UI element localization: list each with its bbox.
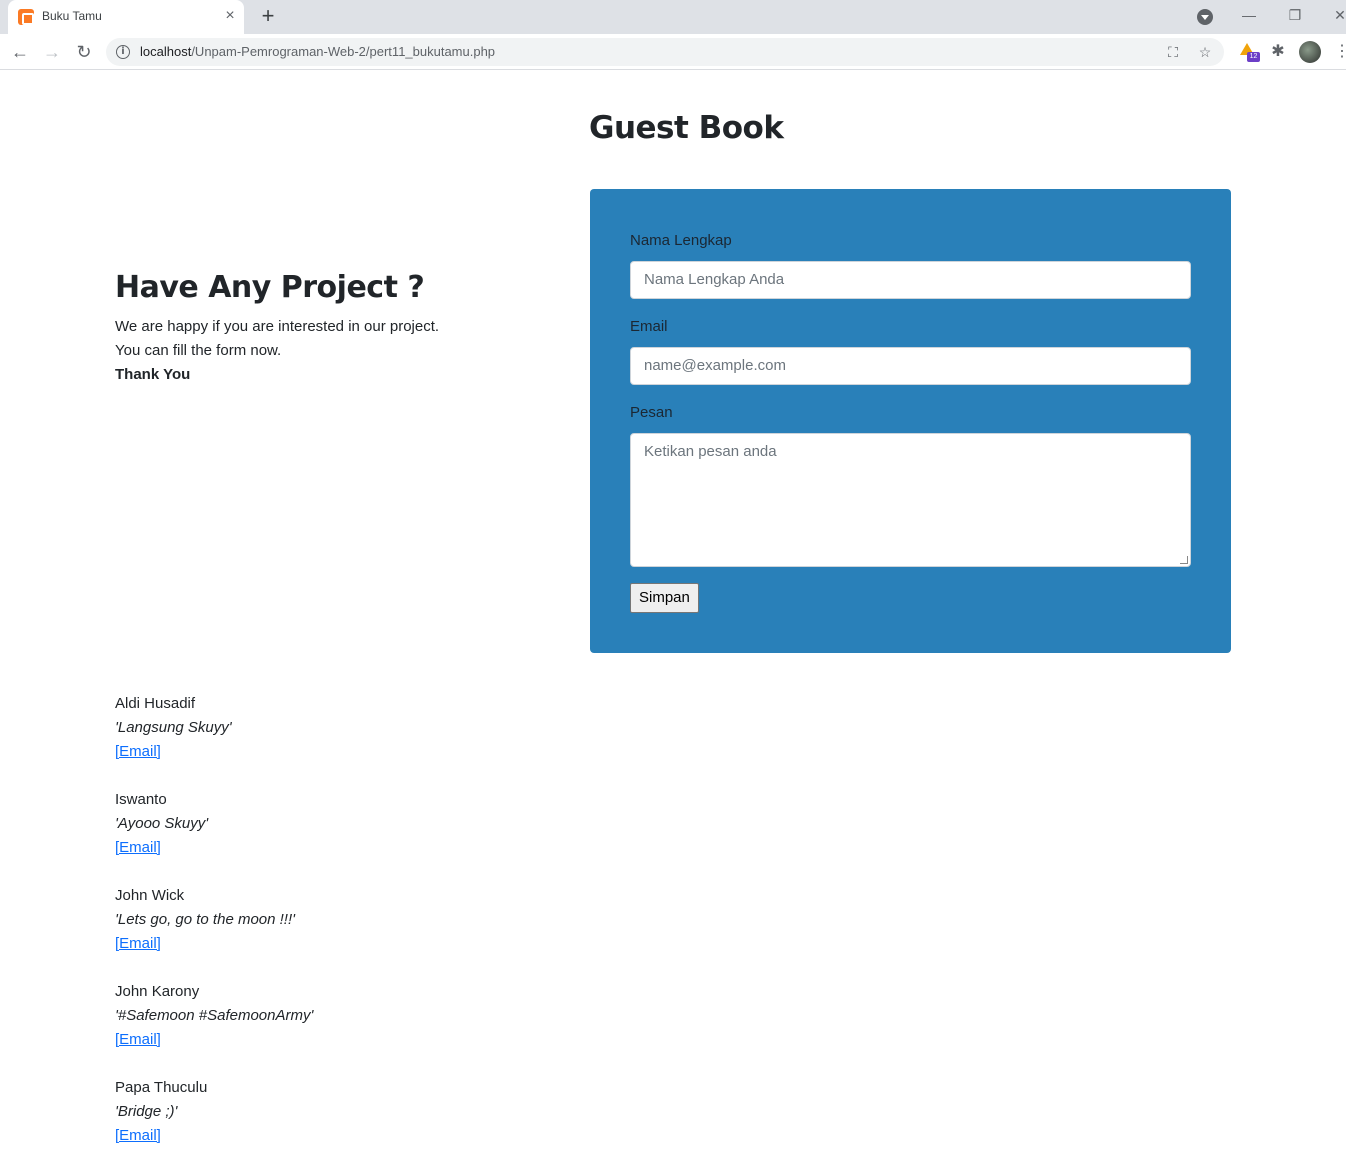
profile-avatar[interactable] bbox=[1299, 41, 1321, 63]
phpmyadmin-extension-icon[interactable]: 12 bbox=[1238, 42, 1260, 62]
tab-close-icon[interactable]: × bbox=[222, 7, 238, 25]
entry-name: John Wick bbox=[115, 887, 185, 904]
entry-message: 'Langsung Skuyy' bbox=[115, 719, 232, 736]
entry-message: 'Lets go, go to the moon !!!' bbox=[115, 911, 296, 928]
browser-tab[interactable]: Buku Tamu × bbox=[8, 0, 244, 34]
intro-thanks: Thank You bbox=[115, 366, 191, 383]
intro-section: Have Any Project ? We are happy if you a… bbox=[115, 270, 555, 387]
name-label: Nama Lengkap bbox=[630, 232, 732, 249]
page-title: Guest Book bbox=[589, 110, 784, 146]
window-close-icon[interactable]: ✕ bbox=[1328, 4, 1346, 26]
guestbook-entries: Aldi Husadif 'Langsung Skuyy' [Email] Is… bbox=[115, 692, 575, 1172]
name-placeholder: Nama Lengkap Anda bbox=[644, 271, 785, 288]
xampp-favicon-icon bbox=[18, 9, 34, 25]
entry-email-link[interactable]: [Email] bbox=[115, 836, 161, 860]
tab-title: Buku Tamu bbox=[42, 9, 102, 23]
reload-icon[interactable]: ↻ bbox=[72, 40, 96, 64]
url-text[interactable]: localhost/Unpam-Pemrograman-Web-2/pert11… bbox=[140, 44, 495, 59]
entry-message: 'Bridge ;)' bbox=[115, 1103, 178, 1120]
extensions-puzzle-icon[interactable]: ✱ bbox=[1268, 42, 1288, 62]
list-item: Papa Thuculu 'Bridge ;)' [Email] bbox=[115, 1076, 575, 1172]
message-label: Pesan bbox=[630, 404, 673, 421]
forward-icon[interactable]: → bbox=[40, 40, 64, 64]
entry-email-link[interactable]: [Email] bbox=[115, 932, 161, 956]
entry-message: '#Safemoon #SafemoonArmy' bbox=[115, 1007, 314, 1024]
address-bar[interactable]: i localhost/Unpam-Pemrograman-Web-2/pert… bbox=[106, 38, 1224, 66]
url-path: /Unpam-Pemrograman-Web-2/pert11_bukutamu… bbox=[191, 44, 496, 59]
simpan-button[interactable]: Simpan bbox=[630, 583, 699, 613]
name-input[interactable]: Nama Lengkap Anda bbox=[630, 261, 1191, 299]
resize-handle-icon[interactable] bbox=[1180, 556, 1188, 564]
intro-line-2: You can fill the form now. bbox=[115, 342, 282, 359]
list-item: Iswanto 'Ayooo Skuyy' [Email] bbox=[115, 788, 575, 884]
browser-toolbar: ← → ↻ i localhost/Unpam-Pemrograman-Web-… bbox=[0, 34, 1346, 70]
entry-name: Papa Thuculu bbox=[115, 1079, 208, 1096]
list-item: John Wick 'Lets go, go to the moon !!!' … bbox=[115, 884, 575, 980]
browser-tabstrip: Buku Tamu × + — ❐ ✕ bbox=[0, 0, 1346, 34]
entry-email-link[interactable]: [Email] bbox=[115, 1028, 161, 1052]
entry-name: Iswanto bbox=[115, 791, 167, 808]
browser-menu-icon[interactable]: ⋮ bbox=[1334, 42, 1346, 62]
new-tab-button[interactable]: + bbox=[256, 4, 280, 28]
url-host: localhost bbox=[140, 44, 192, 59]
entry-name: John Karony bbox=[115, 983, 200, 1000]
site-info-icon[interactable]: i bbox=[116, 45, 130, 59]
guestbook-form: Nama Lengkap Nama Lengkap Anda Email nam… bbox=[590, 189, 1231, 653]
translate-icon[interactable]: ⛶ bbox=[1164, 43, 1182, 61]
extension-badge: 12 bbox=[1247, 52, 1260, 62]
entry-name: Aldi Husadif bbox=[115, 695, 196, 712]
restore-icon[interactable]: ❐ bbox=[1283, 4, 1307, 26]
email-label: Email bbox=[630, 318, 668, 335]
entry-email-link[interactable]: [Email] bbox=[115, 740, 161, 764]
tab-search-icon[interactable] bbox=[1197, 9, 1213, 25]
message-placeholder: Ketikan pesan anda bbox=[644, 443, 777, 460]
bookmark-star-icon[interactable]: ☆ bbox=[1196, 43, 1214, 61]
intro-line-1: We are happy if you are interested in ou… bbox=[115, 318, 440, 335]
list-item: John Karony '#Safemoon #SafemoonArmy' [E… bbox=[115, 980, 575, 1076]
intro-heading: Have Any Project ? bbox=[115, 270, 425, 305]
entry-email-link[interactable]: [Email] bbox=[115, 1124, 161, 1148]
entry-message: 'Ayooo Skuyy' bbox=[115, 815, 209, 832]
list-item: Aldi Husadif 'Langsung Skuyy' [Email] bbox=[115, 692, 575, 788]
email-placeholder: name@example.com bbox=[644, 357, 786, 374]
email-input[interactable]: name@example.com bbox=[630, 347, 1191, 385]
back-icon[interactable]: ← bbox=[8, 40, 32, 64]
message-textarea[interactable]: Ketikan pesan anda bbox=[630, 433, 1191, 567]
minimize-icon[interactable]: — bbox=[1237, 4, 1261, 26]
